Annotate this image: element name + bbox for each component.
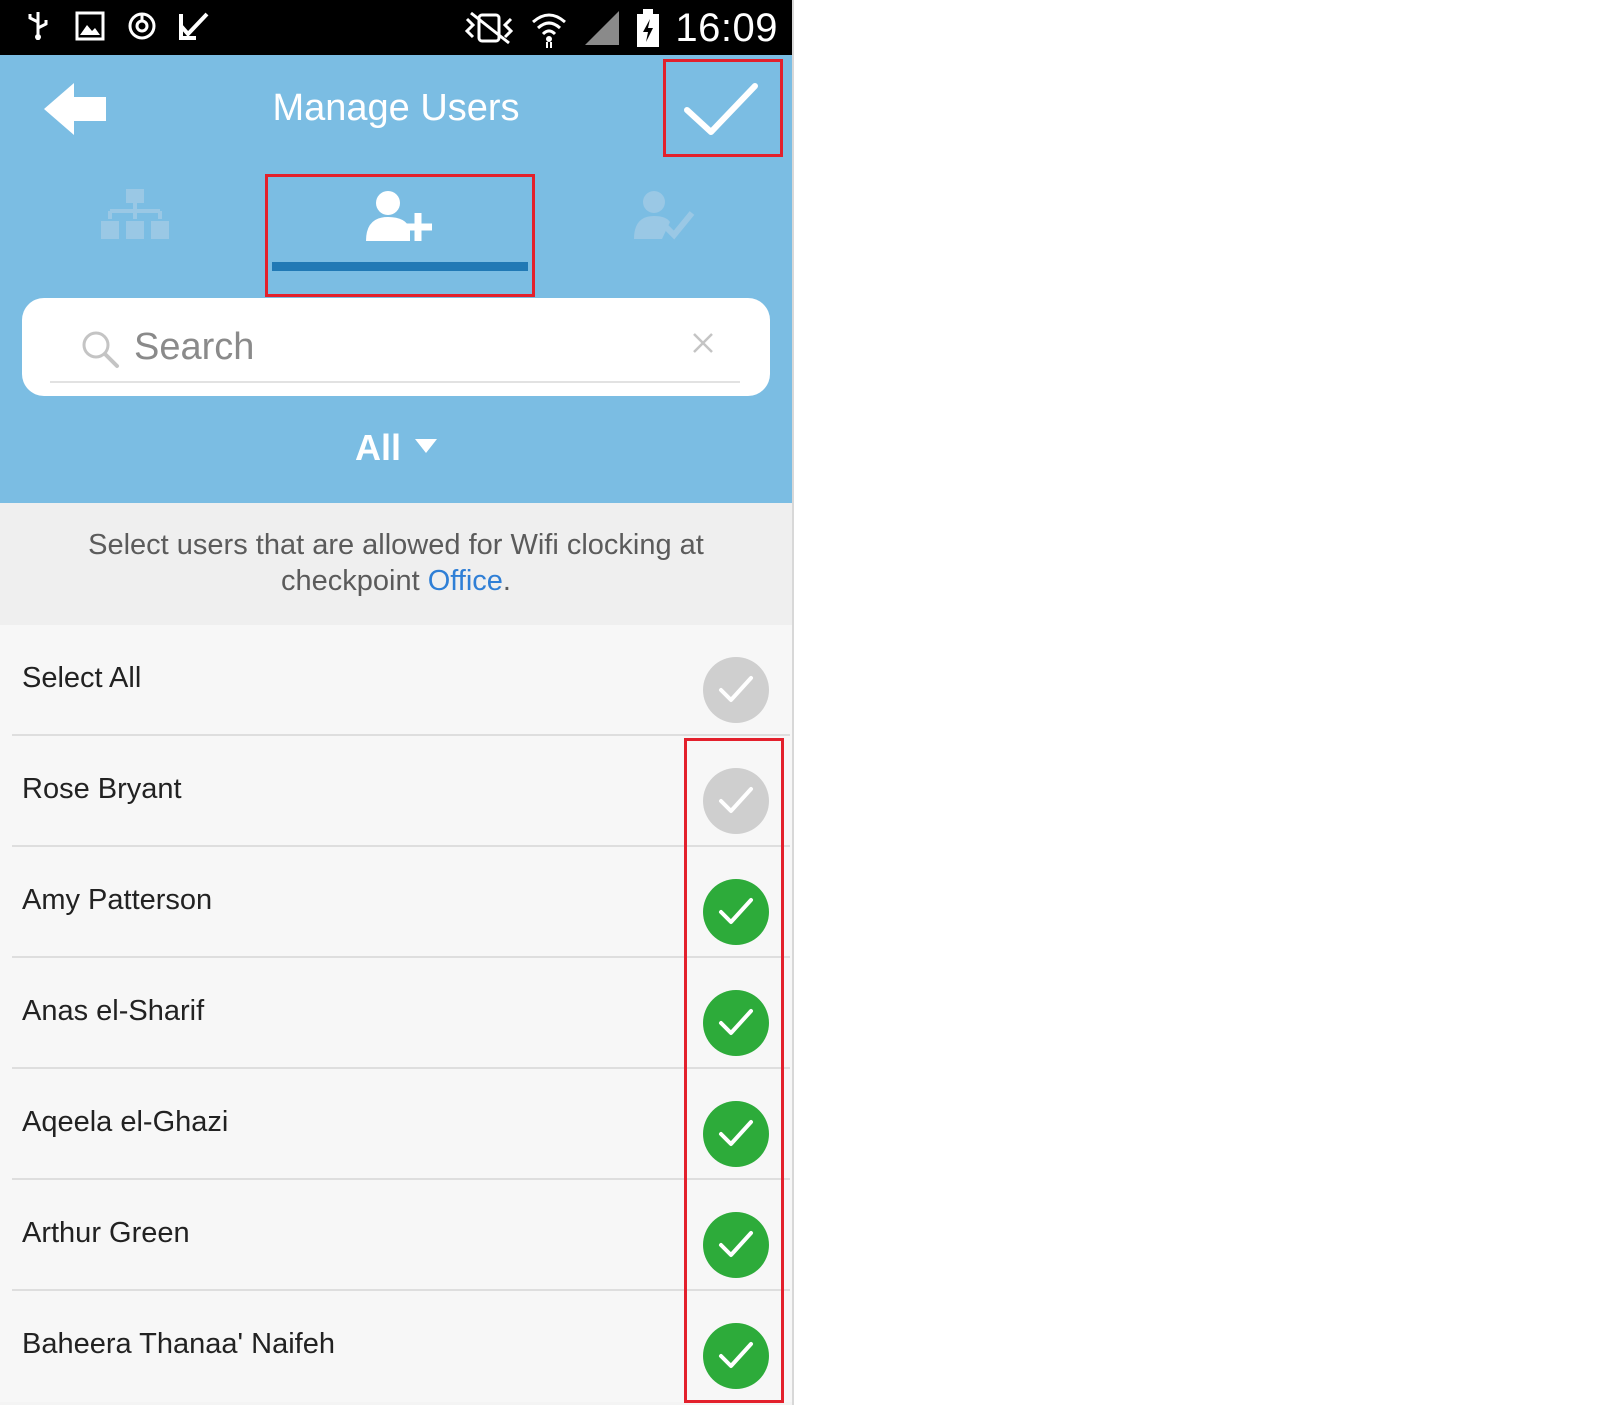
user-checkbox[interactable] — [703, 1323, 769, 1389]
image-icon — [75, 11, 105, 41]
user-check-icon — [634, 191, 695, 240]
status-bar: 16:09 — [0, 0, 792, 55]
signal-icon — [585, 11, 620, 45]
confirm-button[interactable] — [665, 60, 781, 155]
user-list: Select All Rose Bryant Amy Patterson Ana… — [0, 625, 792, 1402]
checkmark-icon — [719, 787, 753, 813]
checkmark-icon — [719, 1009, 753, 1035]
status-right-icons: 16:09 — [463, 6, 778, 50]
search-box — [22, 298, 770, 396]
user-name: Aqeela el-Ghazi — [22, 1106, 229, 1138]
tab-add-user[interactable] — [268, 175, 532, 290]
user-name: Arthur Green — [22, 1217, 190, 1249]
checkmark-icon — [719, 898, 753, 924]
checkmark-icon — [719, 676, 753, 702]
checkmark-icon — [719, 1342, 753, 1368]
select-all-label: Select All — [22, 662, 142, 694]
wifi-icon — [532, 13, 567, 48]
search-underline — [50, 381, 740, 383]
checkpoint-link[interactable]: Office — [428, 565, 503, 597]
filter-selected-label: All — [354, 427, 401, 468]
tab-hierarchy[interactable] — [70, 175, 200, 290]
list-item-user[interactable]: Rose Bryant — [0, 736, 792, 847]
user-checkbox[interactable] — [703, 1212, 769, 1278]
list-item-user[interactable]: Baheera Thanaa' Naifeh — [0, 1291, 792, 1402]
user-name: Baheera Thanaa' Naifeh — [22, 1328, 335, 1360]
checkmark-icon — [719, 1120, 753, 1146]
info-text-end: . — [502, 565, 511, 597]
battery-charging-icon — [637, 9, 660, 47]
list-item-user[interactable]: Arthur Green — [0, 1180, 792, 1291]
tab-user-check[interactable] — [600, 175, 730, 290]
select-all-row[interactable]: Select All — [0, 625, 792, 736]
usb-icon — [28, 12, 48, 40]
task-check-icon — [179, 12, 209, 40]
checkmark-icon — [719, 1231, 753, 1257]
info-banner: Select users that are allowed for Wifi c… — [0, 503, 792, 625]
user-checkbox[interactable] — [703, 990, 769, 1056]
select-all-checkbox[interactable] — [703, 657, 769, 723]
user-name: Anas el-Sharif — [22, 995, 205, 1027]
user-checkbox[interactable] — [703, 768, 769, 834]
user-checkbox[interactable] — [703, 1101, 769, 1167]
chevron-down-icon — [415, 439, 437, 454]
checkmark-icon — [684, 83, 758, 135]
status-left-icons — [22, 10, 210, 42]
hierarchy-icon — [101, 189, 169, 239]
vibrate-icon — [465, 11, 514, 45]
sync-icon — [128, 12, 156, 40]
search-icon — [82, 331, 119, 368]
phone-screen: 16:09 Manage Users Search All Select use… — [0, 0, 794, 1405]
active-tab-indicator — [272, 262, 528, 271]
list-item-user[interactable]: Anas el-Sharif — [0, 958, 792, 1069]
user-name: Amy Patterson — [22, 884, 213, 916]
search-input[interactable] — [134, 322, 654, 372]
user-name: Rose Bryant — [22, 773, 182, 805]
list-item-user[interactable]: Aqeela el-Ghazi — [0, 1069, 792, 1180]
header: Manage Users Search All — [0, 55, 792, 503]
status-time: 16:09 — [675, 6, 778, 50]
filter-dropdown[interactable]: All — [0, 427, 792, 469]
add-user-icon — [366, 191, 432, 241]
close-icon[interactable] — [690, 330, 716, 356]
user-checkbox[interactable] — [703, 879, 769, 945]
info-text: Select users that are allowed for Wifi c… — [88, 529, 704, 597]
list-item-user[interactable]: Amy Patterson — [0, 847, 792, 958]
